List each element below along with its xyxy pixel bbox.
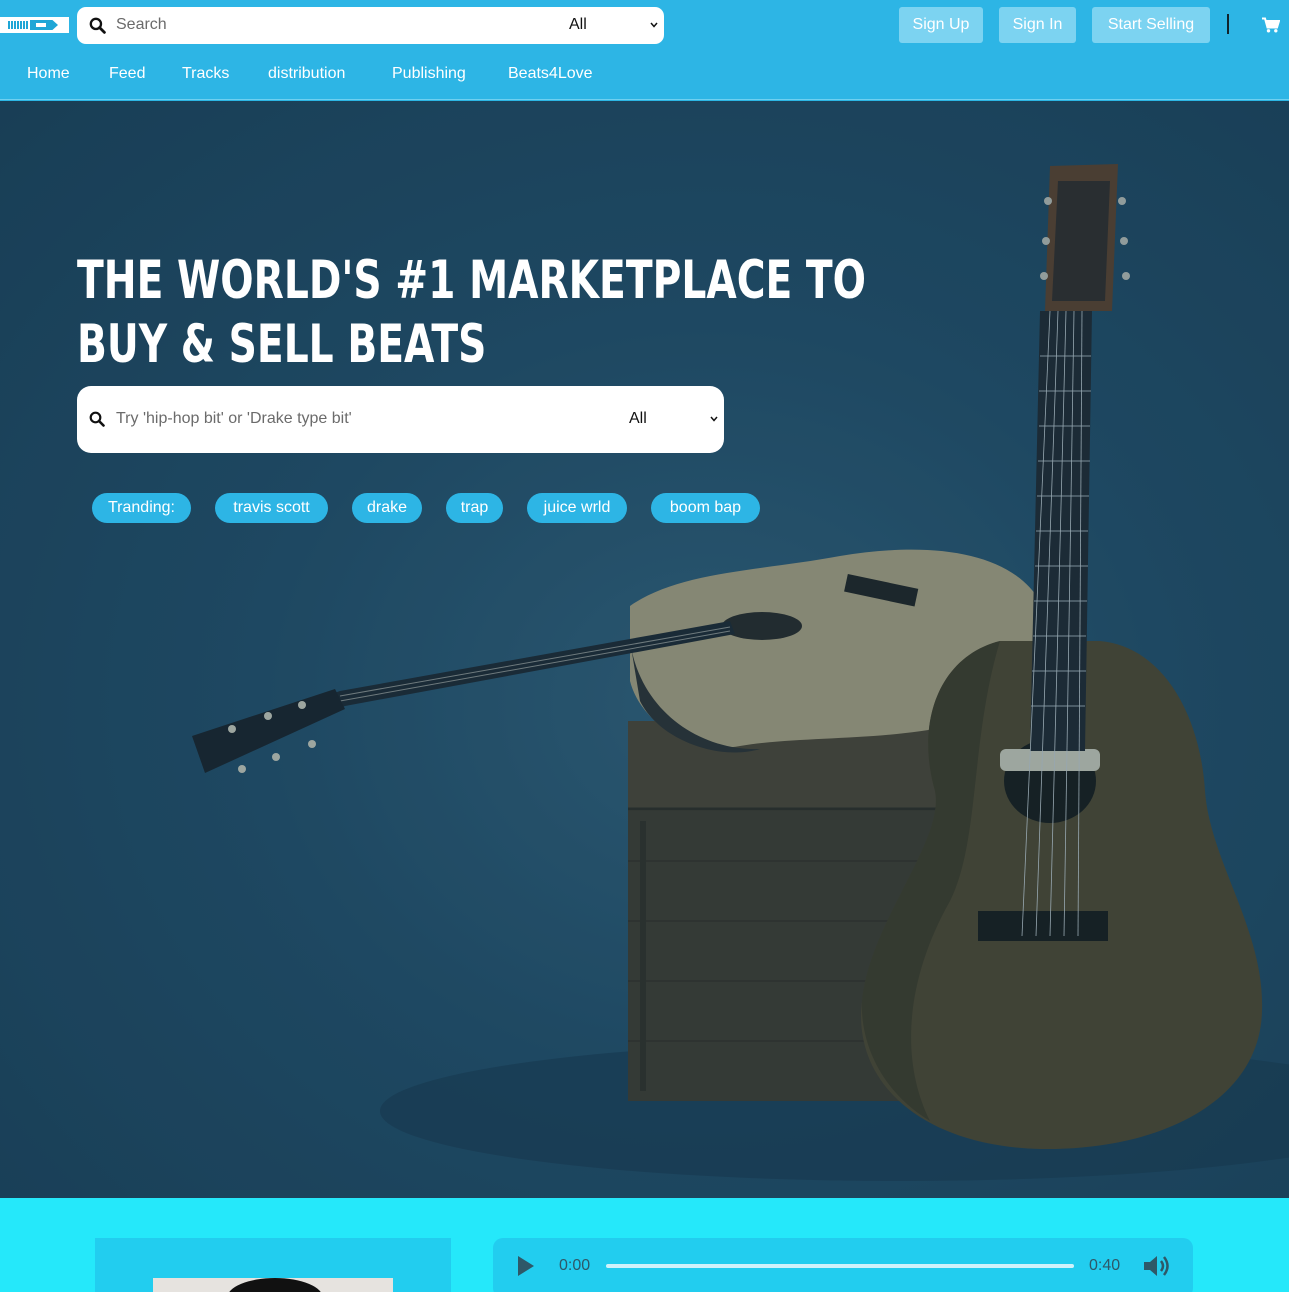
header-search-bar[interactable]: Search All [77,7,664,44]
trending-tag[interactable]: boom bap [651,493,760,523]
hero-headline-line2: BUY & SELL BEATS [77,314,487,375]
search-icon [89,17,106,34]
hero-headline: THE WORLD'S #1 MARKETPLACE TO BUY & SELL… [77,249,867,377]
hero-search-bar[interactable]: Try 'hip-hop bit' or 'Drake type bit' Al… [77,386,724,453]
cart-icon[interactable] [1262,17,1280,33]
audio-player: 0:00 0:40 [493,1238,1193,1292]
nav-publishing[interactable]: Publishing [392,65,466,83]
trending-tag[interactable]: juice wrld [527,493,627,523]
player-current-time: 0:00 [559,1257,591,1274]
album-art-figure [227,1278,323,1292]
play-icon[interactable] [517,1255,535,1277]
sign-up-button[interactable]: Sign Up [899,7,983,43]
album-art-image [153,1278,393,1292]
hero-category-select[interactable]: All [629,410,647,428]
site-logo[interactable] [0,17,69,33]
header-divider [1227,14,1229,34]
logo-bars-icon [8,21,28,29]
featured-track-section: 0:00 0:40 [0,1198,1289,1292]
hero-headline-line1: THE WORLD'S #1 MARKETPLACE TO [77,250,867,311]
chevron-down-icon [710,416,718,422]
header-category-select[interactable]: All [569,16,587,34]
trending-tag[interactable]: trap [446,493,503,523]
hero-search-input[interactable]: Try 'hip-hop bit' or 'Drake type bit' [116,410,352,428]
sign-in-button[interactable]: Sign In [999,7,1076,43]
nav-tracks[interactable]: Tracks [182,65,229,83]
trending-label: Tranding: [92,493,191,523]
trending-tag[interactable]: drake [352,493,422,523]
album-art-card[interactable] [95,1238,451,1292]
volume-icon[interactable] [1143,1253,1171,1279]
chevron-down-icon [650,22,658,28]
player-duration: 0:40 [1089,1257,1121,1274]
header-search-input[interactable]: Search [116,16,167,34]
player-progress-bar[interactable] [606,1264,1074,1268]
nav-feed[interactable]: Feed [109,65,145,83]
nav-home[interactable]: Home [27,65,70,83]
hero-section: THE WORLD'S #1 MARKETPLACE TO BUY & SELL… [0,101,1289,1198]
start-selling-button[interactable]: Start Selling [1092,7,1210,43]
logo-arrow-icon [30,20,58,30]
nav-beats4love[interactable]: Beats4Love [508,65,593,83]
top-bar: Search All Sign Up Sign In Start Selling… [0,0,1289,100]
search-icon [89,411,105,427]
trending-tag[interactable]: travis scott [215,493,328,523]
nav-distribution[interactable]: distribution [268,65,345,83]
